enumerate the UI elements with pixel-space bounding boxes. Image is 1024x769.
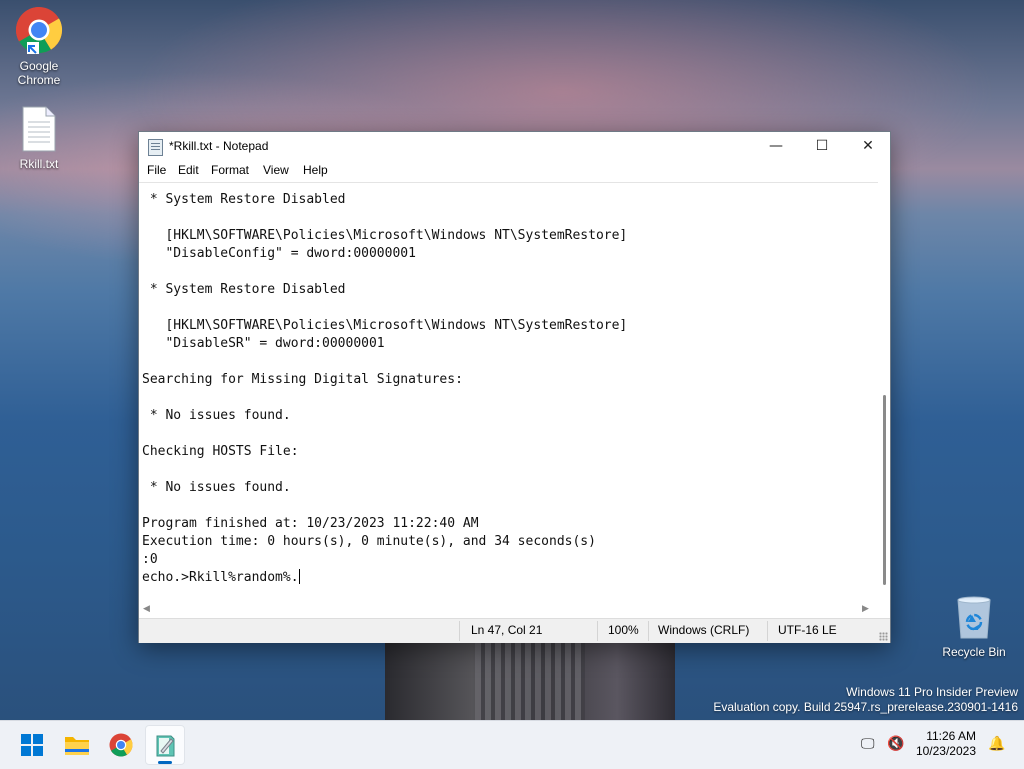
window-title: *Rkill.txt - Notepad: [169, 139, 269, 153]
status-cursor-position: Ln 47, Col 21: [471, 623, 543, 637]
status-zoom: 100%: [608, 623, 639, 637]
status-divider: [597, 621, 598, 641]
text-caret: [298, 569, 300, 584]
text-editor[interactable]: * System Restore Disabled [HKLM\SOFTWARE…: [139, 182, 878, 603]
resize-grip-icon[interactable]: [879, 632, 888, 641]
scroll-right-arrow-icon[interactable]: ▶: [862, 604, 869, 614]
chrome-icon: [109, 733, 133, 757]
chrome-taskbar-button[interactable]: [101, 725, 141, 765]
status-divider: [767, 621, 768, 641]
minimize-button[interactable]: —: [753, 132, 799, 160]
scroll-left-arrow-icon[interactable]: ◀: [143, 604, 150, 614]
menu-view[interactable]: View: [263, 163, 289, 177]
status-divider: [648, 621, 649, 641]
chrome-icon: [3, 6, 75, 57]
clock-time: 11:26 AM: [926, 729, 976, 743]
status-line-ending: Windows (CRLF): [658, 623, 750, 637]
notepad-icon: [148, 139, 163, 156]
status-encoding: UTF-16 LE: [778, 623, 837, 637]
notepad-taskbar-button[interactable]: [145, 725, 185, 765]
scrollbar-corner: [879, 602, 890, 618]
windows-watermark: Windows 11 Pro Insider Preview Evaluatio…: [713, 685, 1018, 715]
menu-bar: File Edit Format View Help: [139, 160, 890, 182]
taskbar: 🖵 🔇 11:26 AM 10/23/2023 🔔: [0, 720, 1024, 769]
close-button[interactable]: ✕: [845, 132, 891, 160]
vertical-scrollbar[interactable]: [879, 182, 890, 602]
windows-logo-icon: [21, 734, 43, 756]
title-bar[interactable]: *Rkill.txt - Notepad — ☐ ✕: [139, 132, 890, 160]
desktop-icon-rkill-txt[interactable]: Rkill.txt: [3, 106, 75, 171]
folder-icon: [65, 737, 89, 755]
watermark-build: Evaluation copy. Build 25947.rs_prerelea…: [713, 700, 1018, 714]
notepad-window[interactable]: *Rkill.txt - Notepad — ☐ ✕ File Edit For…: [138, 131, 891, 643]
menu-format[interactable]: Format: [211, 163, 249, 177]
maximize-button[interactable]: ☐: [799, 132, 845, 160]
desktop-icon-label: Recycle Bin: [942, 645, 1006, 659]
start-button[interactable]: [12, 725, 52, 765]
desktop-icon-google-chrome[interactable]: Google Chrome: [3, 6, 75, 87]
network-icon[interactable]: 🖵: [861, 736, 875, 752]
status-bar: Ln 47, Col 21 100% Windows (CRLF) UTF-16…: [139, 618, 890, 643]
desktop-wallpaper-pier: [385, 640, 675, 720]
system-clock[interactable]: 11:26 AM 10/23/2023: [916, 729, 976, 759]
menu-edit[interactable]: Edit: [178, 163, 199, 177]
recycle-bin-icon: [938, 596, 1010, 643]
editor-content[interactable]: * System Restore Disabled [HKLM\SOFTWARE…: [139, 183, 878, 587]
horizontal-scrollbar[interactable]: ◀ ▶: [139, 602, 878, 618]
vertical-scrollbar-thumb[interactable]: [883, 395, 886, 585]
watermark-edition: Windows 11 Pro Insider Preview: [846, 685, 1018, 699]
desktop-icon-recycle-bin[interactable]: Recycle Bin: [938, 596, 1010, 659]
menu-help[interactable]: Help: [303, 163, 328, 177]
menu-file[interactable]: File: [147, 163, 166, 177]
volume-muted-icon[interactable]: 🔇: [887, 736, 904, 752]
status-divider: [459, 621, 460, 641]
text-file-icon: [3, 106, 75, 155]
notification-bell-icon[interactable]: 🔔: [988, 736, 1005, 752]
clock-date: 10/23/2023: [915, 744, 976, 758]
desktop-icon-label: Chrome: [17, 73, 61, 87]
file-explorer-button[interactable]: [57, 725, 97, 765]
notepad-icon: [156, 735, 175, 757]
desktop-icon-label: Google: [19, 59, 59, 73]
desktop-icon-label: Rkill.txt: [19, 157, 59, 171]
